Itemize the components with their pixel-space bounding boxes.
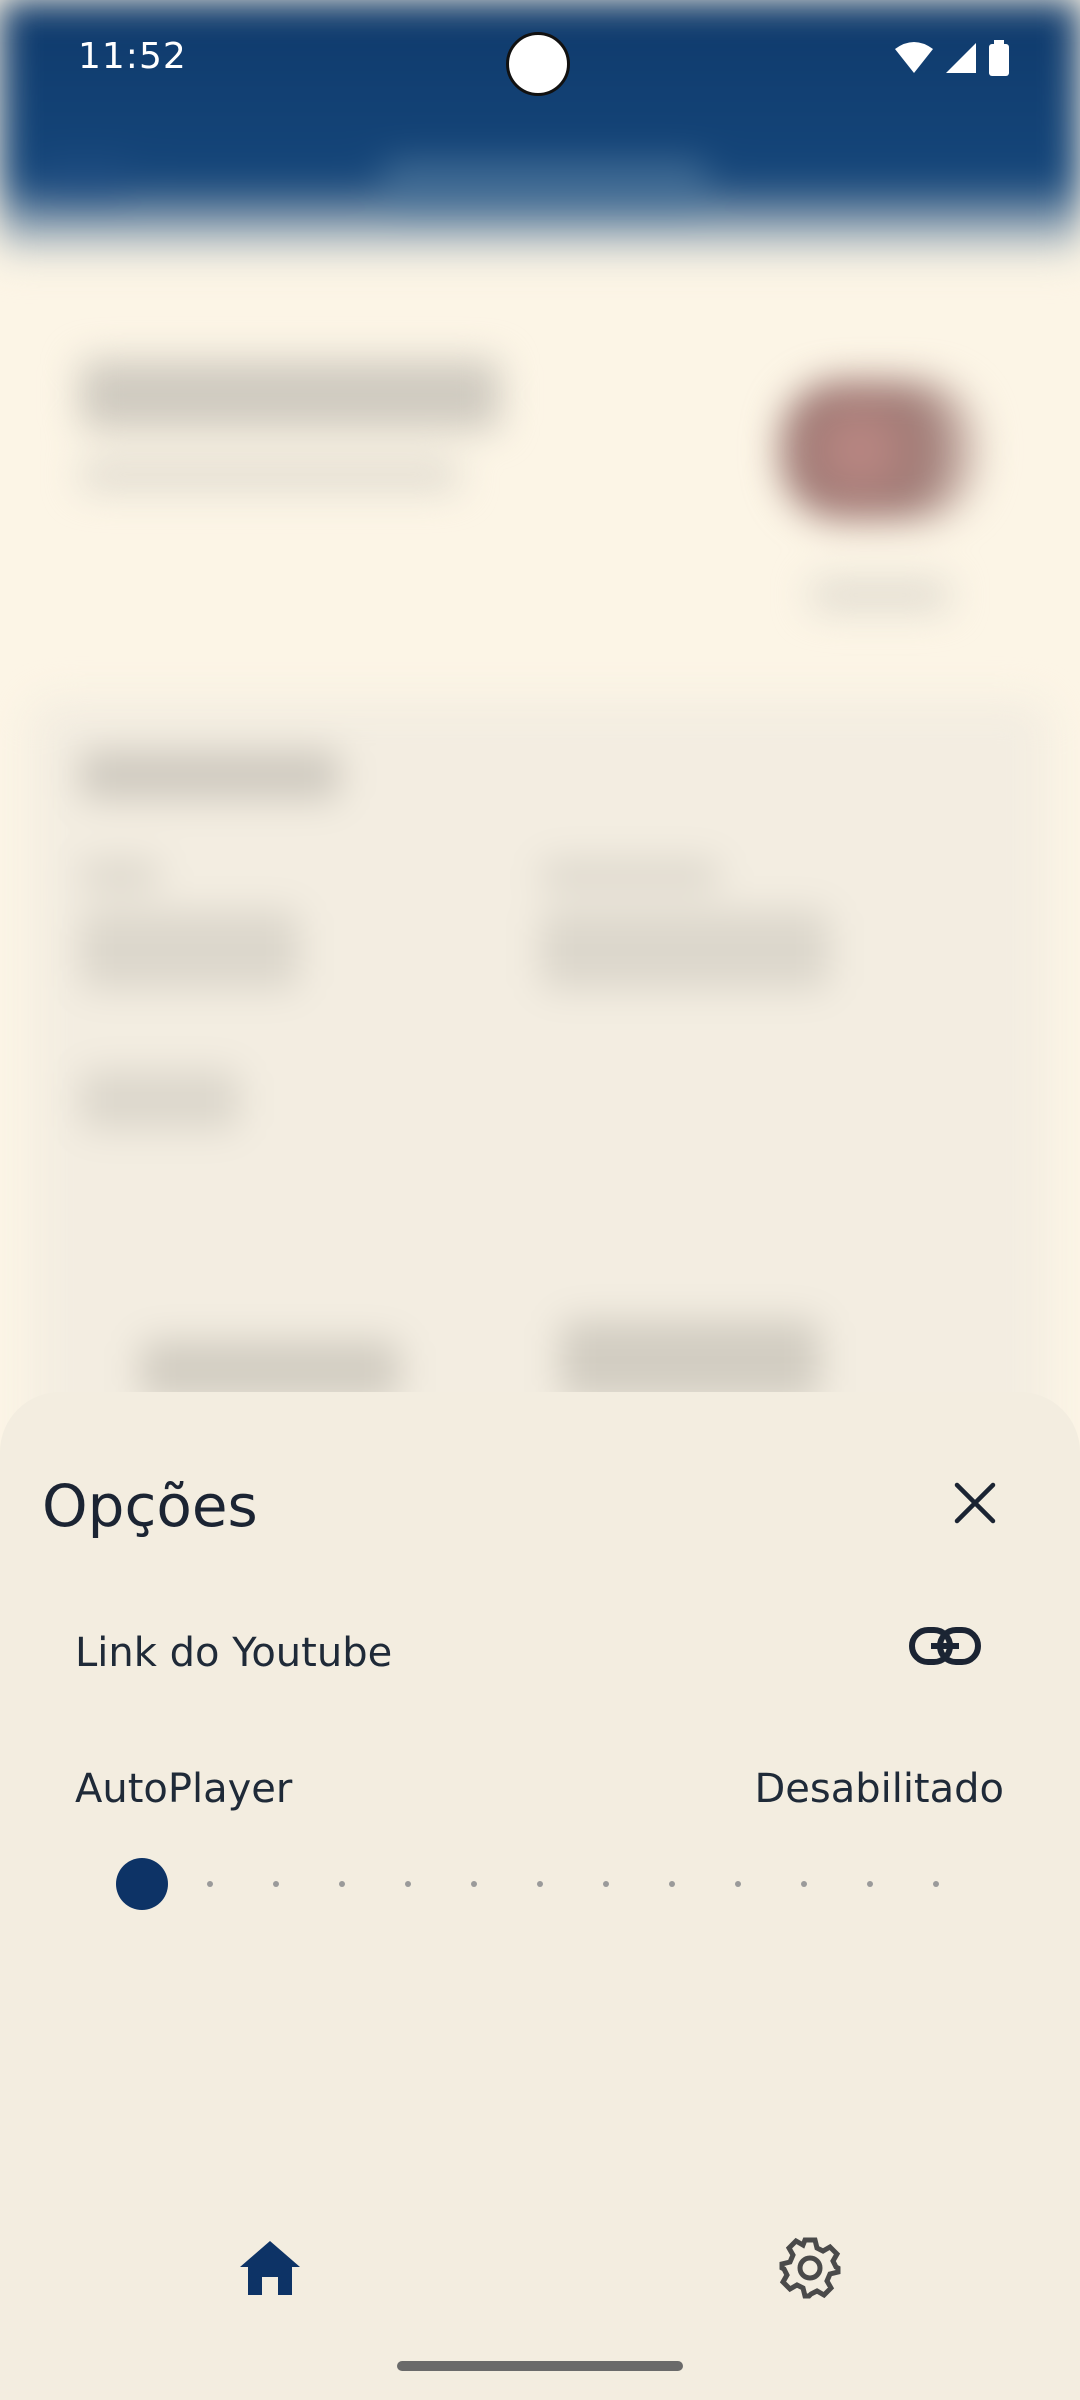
background-text-line	[80, 460, 460, 490]
camera-cutout	[506, 32, 570, 96]
background-text-line	[80, 910, 300, 990]
slider-tick	[405, 1881, 411, 1887]
background-text-line	[810, 580, 950, 610]
screen: 11:52 Opções Link do Youtube AutoPlayer …	[0, 0, 1080, 2400]
background-text-line	[80, 860, 160, 890]
battery-icon	[988, 40, 1010, 80]
slider-tick	[801, 1881, 807, 1887]
slider-tick	[603, 1881, 609, 1887]
slider-tick	[933, 1881, 939, 1887]
background-menu-shape	[40, 160, 130, 200]
nav-settings-button[interactable]	[750, 2220, 870, 2320]
home-icon	[238, 2239, 302, 2301]
autoplayer-label: AutoPlayer	[75, 1766, 293, 1812]
youtube-link-label: Link do Youtube	[75, 1630, 393, 1676]
gesture-home-bar[interactable]	[397, 2361, 683, 2371]
link-icon	[909, 1626, 981, 1670]
slider-tick	[273, 1881, 279, 1887]
background-avatar	[780, 380, 980, 520]
status-time: 11:52	[78, 36, 187, 77]
background-text-line	[540, 910, 830, 990]
background-text-line	[80, 1070, 240, 1130]
background-text-line	[560, 1320, 820, 1400]
background-text-line	[140, 1340, 400, 1400]
background-text-line	[540, 860, 720, 890]
status-bar: 11:52	[0, 0, 1080, 120]
slider-tick	[537, 1881, 543, 1887]
background-title-shape	[380, 160, 710, 210]
background-text-line	[80, 360, 500, 430]
slider-tick	[867, 1881, 873, 1887]
slider-tick	[471, 1881, 477, 1887]
slider-thumb[interactable]	[116, 1858, 168, 1910]
nav-home-button[interactable]	[210, 2220, 330, 2320]
gear-icon	[778, 2236, 842, 2304]
slider-tick	[669, 1881, 675, 1887]
wifi-icon	[894, 41, 934, 79]
close-icon	[953, 1481, 997, 1529]
youtube-link-button[interactable]	[900, 1618, 990, 1678]
background-text-line	[80, 750, 340, 800]
sheet-title: Opções	[42, 1472, 258, 1540]
slider-tick	[735, 1881, 741, 1887]
autoplayer-slider[interactable]	[112, 1854, 962, 1914]
slider-tick	[207, 1881, 213, 1887]
status-icons	[894, 40, 1010, 80]
signal-icon	[944, 41, 978, 79]
slider-tick	[339, 1881, 345, 1887]
close-button[interactable]	[930, 1460, 1020, 1550]
autoplayer-value: Desabilitado	[754, 1766, 1004, 1812]
